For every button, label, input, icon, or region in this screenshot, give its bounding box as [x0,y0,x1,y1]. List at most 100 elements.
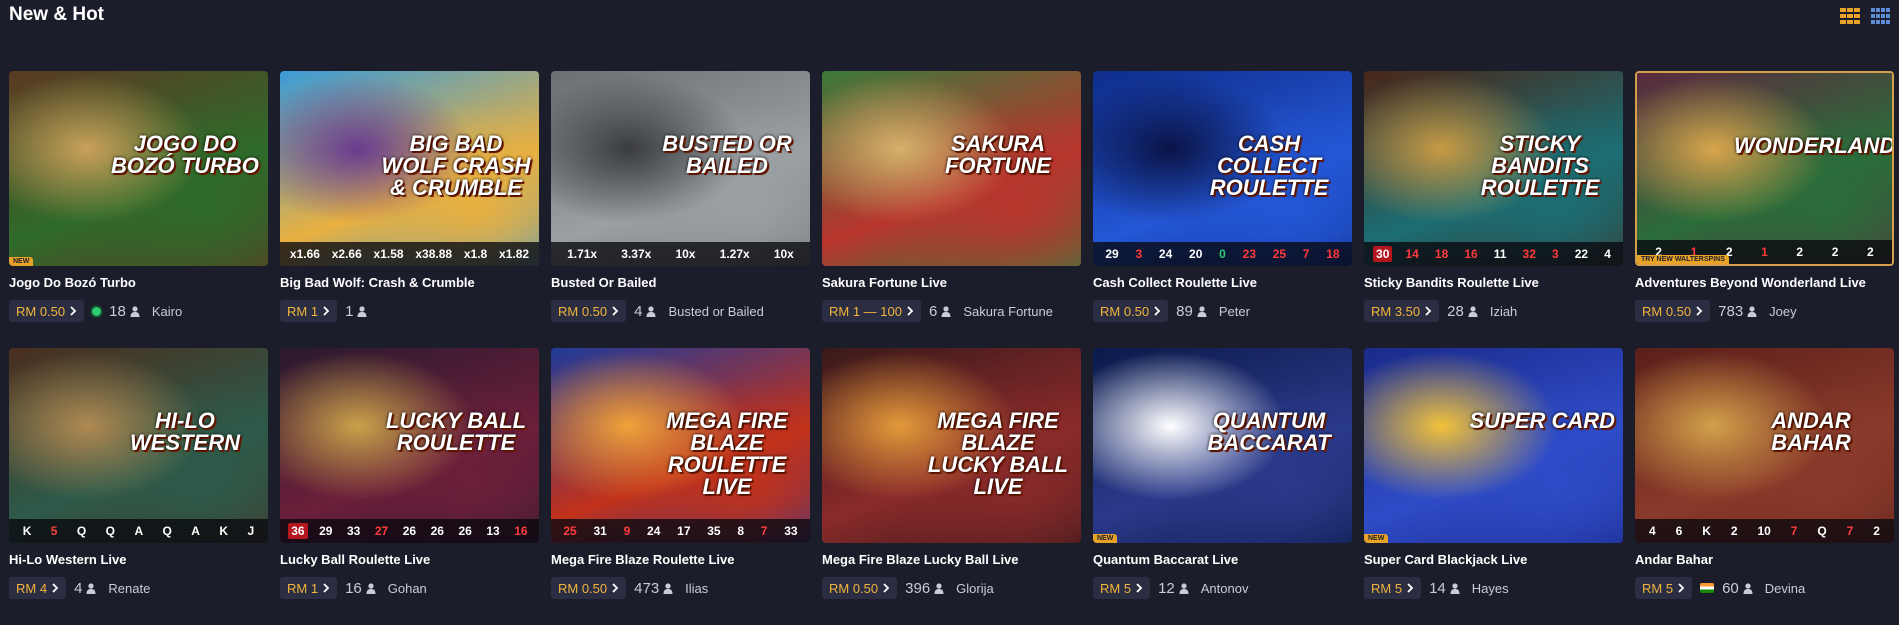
game-title[interactable]: Big Bad Wolf: Crash & Crumble [280,275,475,290]
result-value: 26 [458,524,472,538]
bet-range-button[interactable]: RM 5 [1635,577,1693,599]
game-thumbnail[interactable]: ANDAR BAHAR 4 6 K 2 10 7 Q 7 2 [1635,348,1894,543]
grid-small-icon[interactable] [1871,8,1891,24]
game-card[interactable]: ANDAR BAHAR 4 6 K 2 10 7 Q 7 2 Andar Bahar RM 5 60 De… [1635,348,1894,625]
dealer-name: Glorija [956,580,994,596]
game-title[interactable]: Mega Fire Blaze Lucky Ball Live [822,552,1019,567]
result-value: 4 [1648,524,1656,538]
game-title[interactable]: Jogo Do Bozó Turbo [9,275,136,290]
game-card[interactable]: QUANTUM BACCARAT NEW Quantum Baccarat Live… [1093,348,1352,625]
game-title[interactable]: Busted Or Bailed [551,275,656,290]
game-title[interactable]: Mega Fire Blaze Roulette Live [551,552,735,567]
result-value: x1.58 [373,247,404,261]
chevron-right-icon [907,306,914,316]
game-thumbnail[interactable]: SAKURA FORTUNE [822,71,1081,266]
game-logo: HI-LO WESTERN [130,408,240,455]
bet-range-button[interactable]: RM 5 [1093,577,1151,599]
player-count: 396 [905,580,944,597]
game-thumbnail[interactable]: MEGA FIRE BLAZE LUCKY BALL LIVE [822,348,1081,543]
result-value: 7 [1846,524,1854,538]
game-thumbnail[interactable]: STICKY BANDITS ROULETTE 30 14 18 16 11 32 3 22 4 [1364,71,1623,266]
dealer-name: Devina [1764,580,1806,596]
game-card[interactable]: JOGO DO BOZÓ TURBO NEW Jogo Do Bozó Turbo R… [9,71,268,348]
player-count-value: 14 [1429,579,1446,597]
game-card[interactable]: HI-LO WESTERN K 5 Q Q A Q A K J Hi-Lo Western Live… [9,348,268,625]
game-meta: RM 0.50 473 Ilias [551,577,708,599]
result-value: 36 [288,523,308,539]
bet-range-label: RM 1 [287,303,319,319]
bet-range-button[interactable]: RM 0.50 [551,300,627,322]
game-thumbnail[interactable]: BUSTED OR BAILED 1.71x 3.37x 10x 1.27x 10x [551,71,810,266]
game-thumbnail[interactable]: QUANTUM BACCARAT NEW [1093,348,1352,543]
bet-range-button[interactable]: RM 5 [1364,577,1422,599]
game-card[interactable]: MEGA FIRE BLAZE ROULETTE LIVE 25 31 9 24 17 35… [551,348,810,625]
game-thumbnail[interactable]: BIG BAD WOLF CRASH & CRUMBLE x1.66 x2.66 x1… [280,71,539,266]
india-flag-icon [1700,583,1715,593]
result-value: 1 [1761,245,1768,259]
game-thumbnail[interactable]: WONDERLAND 2 1 2 1 2 2 2 TRY NEW WALTERSPINS [1635,71,1894,266]
grid-large-icon[interactable] [1840,8,1860,24]
result-value: 0 [1219,247,1226,261]
game-thumbnail[interactable]: CASH COLLECT ROULETTE 29 3 24 20 0 23 25 7 18 [1093,71,1352,266]
game-thumbnail[interactable]: LUCKY BALL ROULETTE 36 29 33 27 26 26 26 13 16 [280,348,539,543]
result-value: 7 [760,524,768,538]
game-card[interactable]: STICKY BANDITS ROULETTE 30 14 18 16 11 32 3 22 4 S… [1364,71,1623,348]
bet-range-button[interactable]: RM 1 [280,577,338,599]
chevron-right-icon [1154,306,1161,316]
bet-range-button[interactable]: RM 3.50 [1364,300,1440,322]
game-card[interactable]: MEGA FIRE BLAZE LUCKY BALL LIVE Mega Fire… [822,348,1081,625]
game-title[interactable]: Sakura Fortune Live [822,275,947,290]
game-meta: RM 1 1 [280,300,367,322]
bet-range-button[interactable]: RM 0.50 [9,300,85,322]
game-title[interactable]: Hi-Lo Western Live [9,552,127,567]
player-count: 60 [1722,580,1753,597]
bet-range-label: RM 1 — 100 [829,303,902,319]
game-meta: RM 5 12 Antonov [1093,577,1248,599]
game-card[interactable]: CASH COLLECT ROULETTE 29 3 24 20 0 23 25 7 18 Cash… [1093,71,1352,348]
person-icon [663,582,673,594]
bet-range-button[interactable]: RM 4 [9,577,67,599]
game-card[interactable]: SAKURA FORTUNE Sakura Fortune Live RM 1 — … [822,71,1081,348]
game-title[interactable]: Cash Collect Roulette Live [1093,275,1257,290]
player-count-value: 12 [1158,579,1175,597]
person-icon [1179,582,1189,594]
result-value: 6 [1675,524,1683,538]
game-logo: BIG BAD WOLF CRASH & CRUMBLE [381,131,531,200]
game-title[interactable]: Quantum Baccarat Live [1093,552,1238,567]
bet-range-label: RM 0.50 [558,303,608,319]
game-thumbnail[interactable]: HI-LO WESTERN K 5 Q Q A Q A K J [9,348,268,543]
bet-range-button[interactable]: RM 1 [280,300,338,322]
game-card[interactable]: SUPER CARD NEW Super Card Blackjack Live RM… [1364,348,1623,625]
result-value: 29 [1105,247,1119,261]
game-title[interactable]: Adventures Beyond Wonderland Live [1635,275,1866,290]
bet-range-button[interactable]: RM 0.50 [822,577,898,599]
game-thumbnail[interactable]: JOGO DO BOZÓ TURBO NEW [9,71,268,266]
game-thumbnail[interactable]: SUPER CARD NEW [1364,348,1623,543]
person-icon [1450,582,1460,594]
result-value: 33 [784,524,798,538]
bet-range-button[interactable]: RM 0.50 [1093,300,1169,322]
game-title[interactable]: Lucky Ball Roulette Live [280,552,430,567]
game-thumbnail[interactable]: MEGA FIRE BLAZE ROULETTE LIVE 25 31 9 24 17 35… [551,348,810,543]
game-card[interactable]: BUSTED OR BAILED 1.71x 3.37x 10x 1.27x 10x Bus… [551,71,810,348]
person-icon [357,305,367,317]
bet-range-button[interactable]: RM 1 — 100 [822,300,921,322]
result-value: 31 [593,524,607,538]
game-title[interactable]: Andar Bahar [1635,552,1713,567]
result-value: 33 [347,524,361,538]
result-value: K [22,524,32,538]
game-title[interactable]: Sticky Bandits Roulette Live [1364,275,1539,290]
player-count-value: 1 [345,302,354,320]
result-value: 16 [1464,247,1478,261]
result-value: 25 [563,524,577,538]
game-title[interactable]: Super Card Blackjack Live [1364,552,1527,567]
game-card[interactable]: WONDERLAND 2 1 2 1 2 2 2 TRY NEW WALTERSPINS Adve… [1635,71,1894,348]
game-card[interactable]: BIG BAD WOLF CRASH & CRUMBLE x1.66 x2.66 x1… [280,71,539,348]
person-icon [646,305,656,317]
result-value: 30 [1373,246,1393,262]
result-value: 35 [707,524,721,538]
bet-range-button[interactable]: RM 0.50 [1635,300,1711,322]
game-meta: RM 1 — 100 6 Sakura Fortune [822,300,1053,322]
bet-range-button[interactable]: RM 0.50 [551,577,627,599]
game-card[interactable]: LUCKY BALL ROULETTE 36 29 33 27 26 26 26 13 16 Luc… [280,348,539,625]
